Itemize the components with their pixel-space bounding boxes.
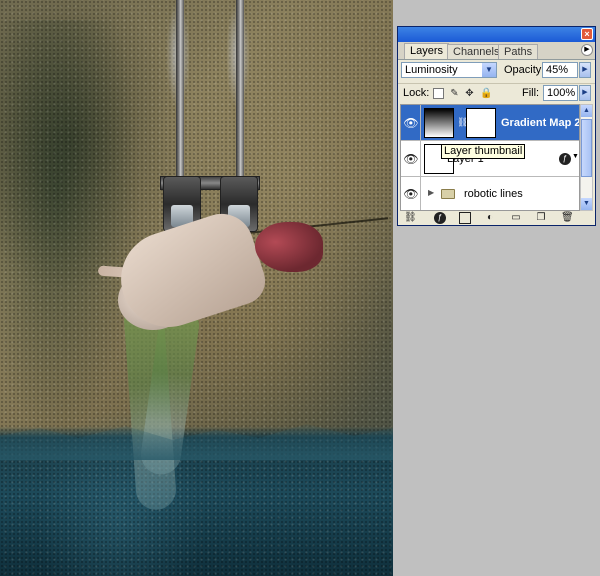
panel-menu-icon[interactable]: ▶ [581,44,593,56]
layer-row-gradient-map[interactable]: 👁 ⛓ Gradient Map 2 [401,105,579,141]
layers-panel: × Layers Channels Paths ▶ Luminosity ▼ O… [397,26,596,226]
fill-label: Fill: [522,87,540,99]
lock-fill-row: Lock: ✎ ✥ 🔒 Fill: 100% ▶ [398,83,595,104]
eye-icon[interactable]: 👁 [403,186,419,202]
blend-opacity-row: Luminosity ▼ Opacity: 45% ▶ [398,60,595,82]
fill-input[interactable]: 100% [543,85,578,101]
panel-tabs: Layers Channels Paths ▶ [398,42,595,60]
lock-all-icon[interactable]: 🔒 [480,88,492,99]
lock-transparent-icon[interactable] [433,88,444,99]
tab-paths[interactable]: Paths [498,44,539,59]
panel-bottom-toolbar: ⛓ ƒ ◐ ▭ ❐ 🗑 [398,211,595,225]
mask-icon[interactable] [459,212,471,224]
eye-icon[interactable]: 👁 [403,115,419,131]
panel-titlebar[interactable]: × [398,27,595,42]
layers-scrollbar[interactable]: ▲ ▼ [580,104,593,211]
fill-slider-arrow-icon[interactable]: ▶ [579,85,591,101]
eye-icon[interactable]: 👁 [403,151,419,167]
folder-icon[interactable]: ▭ [510,212,522,224]
scroll-down-icon[interactable]: ▼ [581,198,592,210]
lock-label: Lock: [403,87,430,99]
lock-position-icon[interactable]: ✥ [464,88,475,99]
adjustment-icon[interactable]: ◐ [484,212,496,224]
opacity-slider-arrow-icon[interactable]: ▶ [579,62,591,78]
trash-icon[interactable]: 🗑 [561,212,574,224]
lock-image-icon[interactable]: ✎ [449,88,460,99]
chevron-down-icon[interactable]: ▼ [572,153,579,160]
blend-mode-value: Luminosity [405,64,458,76]
close-icon[interactable]: × [581,28,593,40]
expand-arrow-icon[interactable]: ▶ [428,188,434,197]
folder-icon [441,189,455,199]
opacity-label: Opacity: [504,64,545,76]
blend-mode-select[interactable]: Luminosity ▼ [401,62,497,78]
layer-name[interactable]: Gradient Map 2 [501,117,579,129]
fx-icon[interactable]: ƒ [434,212,446,224]
fx-icon[interactable]: ƒ [559,153,571,165]
opacity-input[interactable]: 45% [542,62,578,78]
chevron-down-icon[interactable]: ▼ [482,63,496,77]
mask-thumbnail[interactable] [466,108,496,138]
tab-layers[interactable]: Layers [404,43,450,59]
pipe-left [176,0,184,178]
tooltip: Layer thumbnail [441,144,526,159]
figure-head [255,222,323,272]
scroll-up-icon[interactable]: ▲ [581,105,592,117]
tab-channels[interactable]: Channels [447,44,506,59]
scroll-thumb[interactable] [581,119,592,177]
pipe-right [236,0,244,178]
opacity-value: 45% [546,64,569,76]
new-layer-icon[interactable]: ❐ [535,212,547,224]
adjustment-icon[interactable] [424,108,454,138]
fill-value: 100% [547,87,576,99]
link-icon[interactable]: ⛓ [404,212,417,224]
layer-row-robotic-lines[interactable]: 👁 ▶ robotic lines [401,177,579,210]
document-canvas[interactable] [0,0,393,576]
layer-name[interactable]: robotic lines [464,188,523,200]
